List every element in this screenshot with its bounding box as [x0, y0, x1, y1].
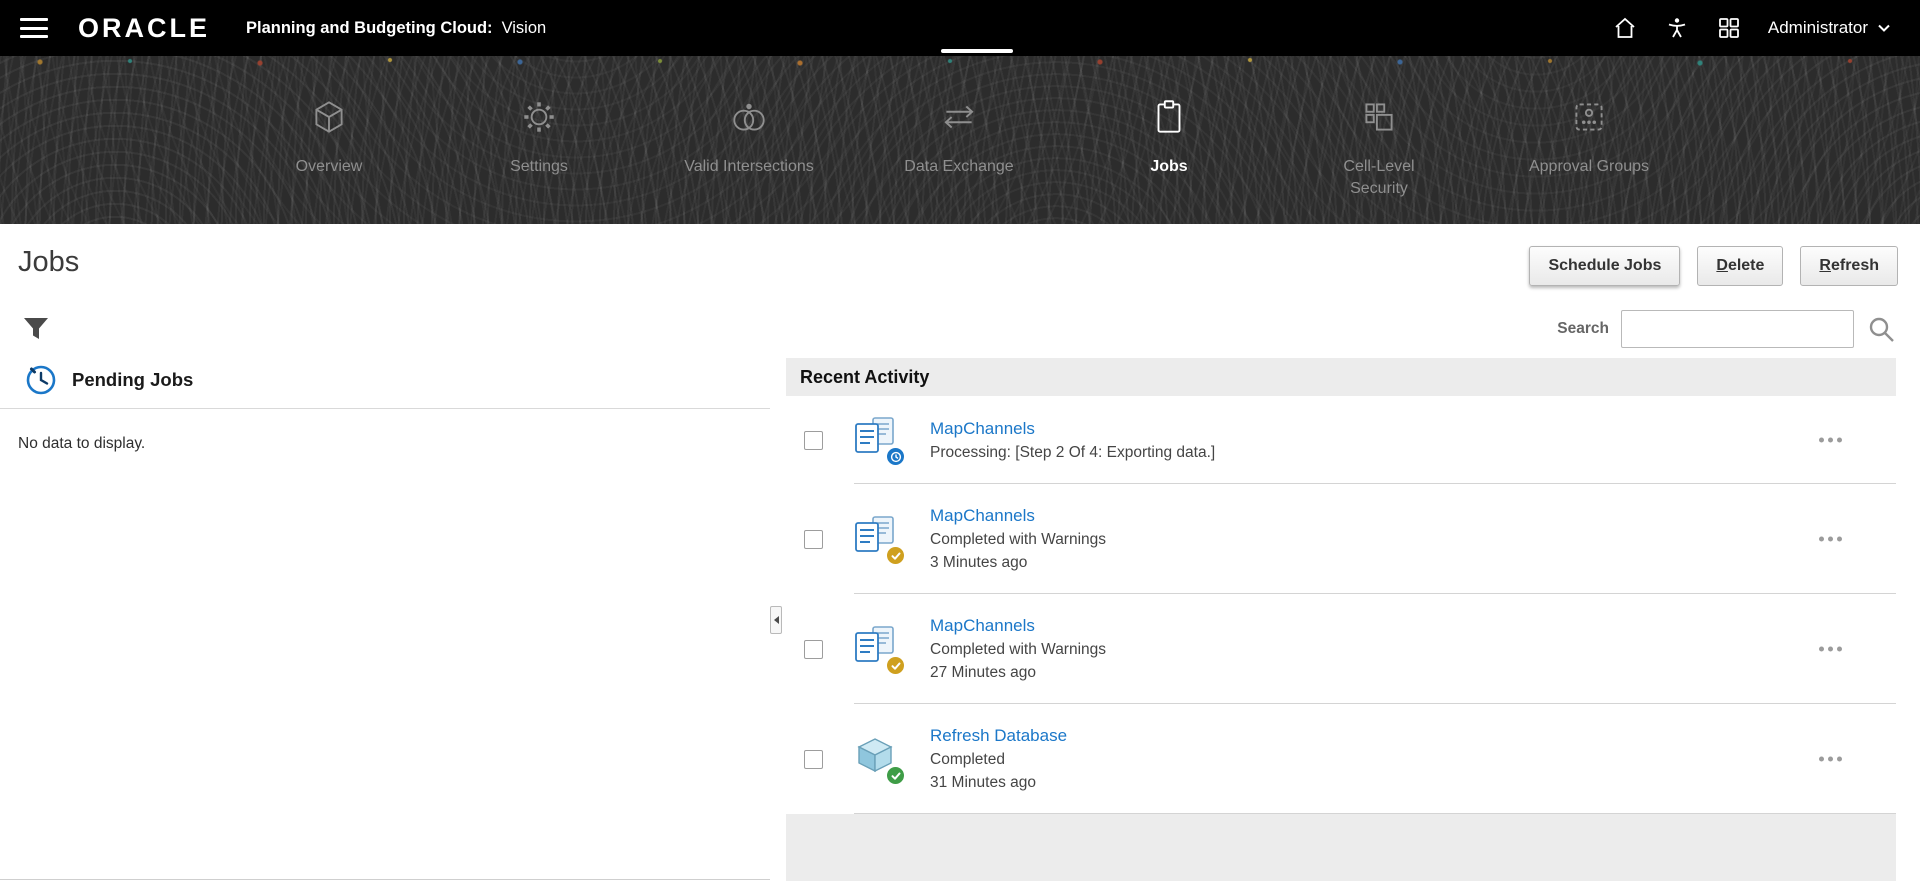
jobs-page: Jobs Schedule Jobs Delete Refresh Search… [0, 224, 1920, 891]
exchange-arrows-icon [938, 92, 980, 142]
ellipsis-icon[interactable] [1813, 531, 1848, 548]
nav-label: Valid Intersections [684, 156, 814, 178]
job-row: MapChannels Completed with Warnings 27 M… [786, 594, 1896, 704]
search-input[interactable] [1621, 310, 1854, 348]
page-title: Jobs [18, 246, 79, 279]
clock-icon [24, 363, 58, 397]
job-status: Completed [930, 748, 1067, 771]
job-time: 3 Minutes ago [930, 551, 1106, 574]
recent-activity-header: Recent Activity [786, 358, 1896, 396]
panel-collapse-handle[interactable] [770, 606, 782, 634]
menu-icon[interactable] [20, 18, 48, 38]
nav-label: Overview [296, 156, 363, 178]
job-name-link[interactable]: Refresh Database [930, 724, 1067, 748]
pending-jobs-header: Pending Jobs [0, 358, 770, 409]
collapse-arrow-icon [774, 616, 779, 624]
search-bar: Search [1557, 310, 1896, 348]
ellipsis-icon[interactable] [1813, 751, 1848, 768]
delete-button[interactable]: Delete [1697, 246, 1783, 286]
nav-item-approval-groups[interactable]: Approval Groups [1484, 56, 1694, 224]
nav-label: Approval Groups [1529, 156, 1649, 178]
no-data-message: No data to display. [0, 409, 770, 453]
oracle-logo: ORACLE [78, 13, 210, 44]
job-row: MapChannels Processing: [Step 2 Of 4: Ex… [786, 396, 1896, 484]
pending-jobs-title: Pending Jobs [72, 369, 193, 391]
filter-icon[interactable] [22, 316, 50, 347]
job-row: MapChannels Completed with Warnings 3 Mi… [786, 484, 1896, 594]
schedule-jobs-button[interactable]: Schedule Jobs [1529, 246, 1680, 286]
row-checkbox[interactable] [804, 530, 823, 549]
gear-icon [518, 92, 560, 142]
job-name-link[interactable]: MapChannels [930, 614, 1035, 638]
nav-label: Settings [510, 156, 568, 178]
dashed-group-icon [1568, 92, 1610, 142]
job-name-link[interactable]: MapChannels [930, 504, 1035, 528]
accessibility-icon[interactable] [1664, 15, 1690, 41]
venn-circles-icon [728, 92, 770, 142]
ellipsis-icon[interactable] [1813, 432, 1848, 449]
success-check-badge [886, 766, 905, 785]
job-status: Completed with Warnings [930, 528, 1106, 551]
chevron-down-icon [1876, 20, 1892, 36]
warning-check-badge [886, 546, 905, 565]
top-bar-handle [941, 49, 1013, 53]
row-checkbox[interactable] [804, 640, 823, 659]
job-time: 31 Minutes ago [930, 771, 1067, 794]
nav-label: Cell-Level Security [1313, 156, 1445, 199]
job-name-link[interactable]: MapChannels [930, 417, 1035, 441]
nav-item-settings[interactable]: Settings [434, 56, 644, 224]
nav-item-jobs[interactable]: Jobs [1064, 56, 1274, 224]
nav-item-overview[interactable]: Overview [224, 56, 434, 224]
nav-item-data-exchange[interactable]: Data Exchange [854, 56, 1064, 224]
delete-access-key: D [1716, 257, 1728, 274]
cube-icon [308, 92, 350, 142]
user-name: Administrator [1768, 18, 1868, 38]
search-label: Search [1557, 320, 1609, 338]
home-icon[interactable] [1612, 15, 1638, 41]
top-bar: ORACLE Planning and Budgeting Cloud: Vis… [0, 0, 1920, 56]
nav-label: Jobs [1150, 156, 1187, 178]
refresh-access-key: R [1819, 257, 1831, 274]
warning-check-badge [886, 656, 905, 675]
clipboard-icon [1148, 92, 1190, 142]
row-checkbox[interactable] [804, 431, 823, 450]
nav-label: Data Exchange [904, 156, 1013, 178]
apps-grid-icon[interactable] [1716, 15, 1742, 41]
page-actions: Schedule Jobs Delete Refresh [1529, 246, 1898, 286]
delete-label-rest: elete [1728, 257, 1764, 274]
nav-item-cell-level-security[interactable]: Cell-Level Security [1274, 56, 1484, 224]
cluster-nav: Overview Settings [0, 56, 1920, 224]
job-row: Refresh Database Completed 31 Minutes ag… [786, 704, 1896, 814]
refresh-button[interactable]: Refresh [1800, 246, 1898, 286]
refresh-label-rest: efresh [1831, 257, 1879, 274]
job-time: 27 Minutes ago [930, 661, 1106, 684]
row-checkbox[interactable] [804, 750, 823, 769]
job-status: Completed with Warnings [930, 638, 1106, 661]
search-icon[interactable] [1866, 314, 1896, 344]
recent-activity-panel: Recent Activity MapChannels Pr [786, 358, 1896, 881]
ellipsis-icon[interactable] [1813, 641, 1848, 658]
processing-clock-badge [886, 447, 905, 466]
cells-grid-icon [1358, 92, 1400, 142]
product-name: Planning and Budgeting Cloud: [246, 19, 493, 38]
job-status: Processing: [Step 2 Of 4: Exporting data… [930, 441, 1215, 464]
pending-jobs-panel: Pending Jobs No data to display. [0, 358, 770, 880]
nav-item-valid-intersections[interactable]: Valid Intersections [644, 56, 854, 224]
application-name: Vision [502, 19, 547, 38]
user-menu[interactable]: Administrator [1768, 18, 1892, 38]
